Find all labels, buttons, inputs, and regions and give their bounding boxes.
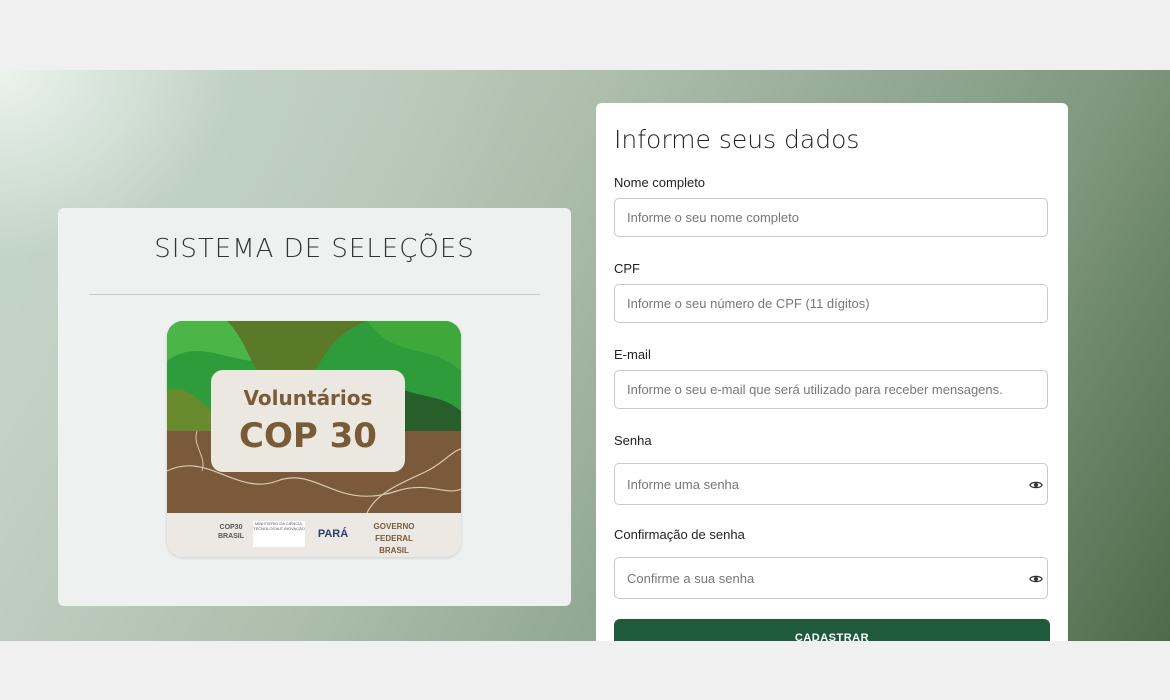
cop30-volunteer-banner: Voluntários COP 30 COP30 BRASIL MINISTÉR… <box>167 321 461 557</box>
password-confirm-input[interactable] <box>627 558 1017 598</box>
password-input[interactable] <box>627 464 1017 504</box>
top-whitespace <box>0 0 1170 70</box>
form-title: Informe seus dados <box>614 125 860 154</box>
logo-para: PARÁ <box>317 528 349 540</box>
system-title: SISTEMA DE SELEÇÕES <box>154 234 475 264</box>
password-field[interactable] <box>614 463 1048 505</box>
logo-cop30-brasil: COP30 BRASIL <box>217 524 245 540</box>
email-input[interactable] <box>627 371 1017 408</box>
badge-cop30: COP 30 <box>239 416 377 456</box>
badge-voluntarios: Voluntários <box>243 386 373 410</box>
password-confirm-label: Confirmação de senha <box>614 527 745 542</box>
full-name-label: Nome completo <box>614 175 706 190</box>
email-field[interactable] <box>614 370 1048 409</box>
full-name-field[interactable] <box>614 198 1048 237</box>
cpf-field[interactable] <box>614 284 1048 323</box>
email-label: E-mail <box>614 347 651 362</box>
eye-icon[interactable] <box>1029 478 1043 492</box>
register-button[interactable]: CADASTRAR <box>614 619 1050 641</box>
cpf-input[interactable] <box>627 285 1017 322</box>
registration-form-card: Informe seus dados Nome completo CPF E-m… <box>596 103 1068 641</box>
partner-logos: COP30 BRASIL MINISTÉRIO DA CIÊNCIA, TECN… <box>167 513 461 557</box>
bottom-whitespace <box>0 641 1170 700</box>
password-confirm-field[interactable] <box>614 557 1048 599</box>
password-label: Senha <box>614 433 652 448</box>
hero-background: SISTEMA DE SELEÇÕES Voluntários COP 30 C <box>0 70 1170 641</box>
volunteer-badge: Voluntários COP 30 <box>211 370 405 472</box>
logo-ministry: MINISTÉRIO DA CIÊNCIA, TECNOLOGIA E INOV… <box>253 521 305 547</box>
eye-icon[interactable] <box>1029 572 1043 586</box>
cpf-label: CPF <box>614 261 640 276</box>
full-name-input[interactable] <box>627 199 1017 236</box>
logo-governo-federal-brasil: GOVERNO FEDERAL BRASIL <box>373 522 415 555</box>
title-divider <box>89 294 540 295</box>
selection-system-card: SISTEMA DE SELEÇÕES Voluntários COP 30 C <box>58 208 571 606</box>
